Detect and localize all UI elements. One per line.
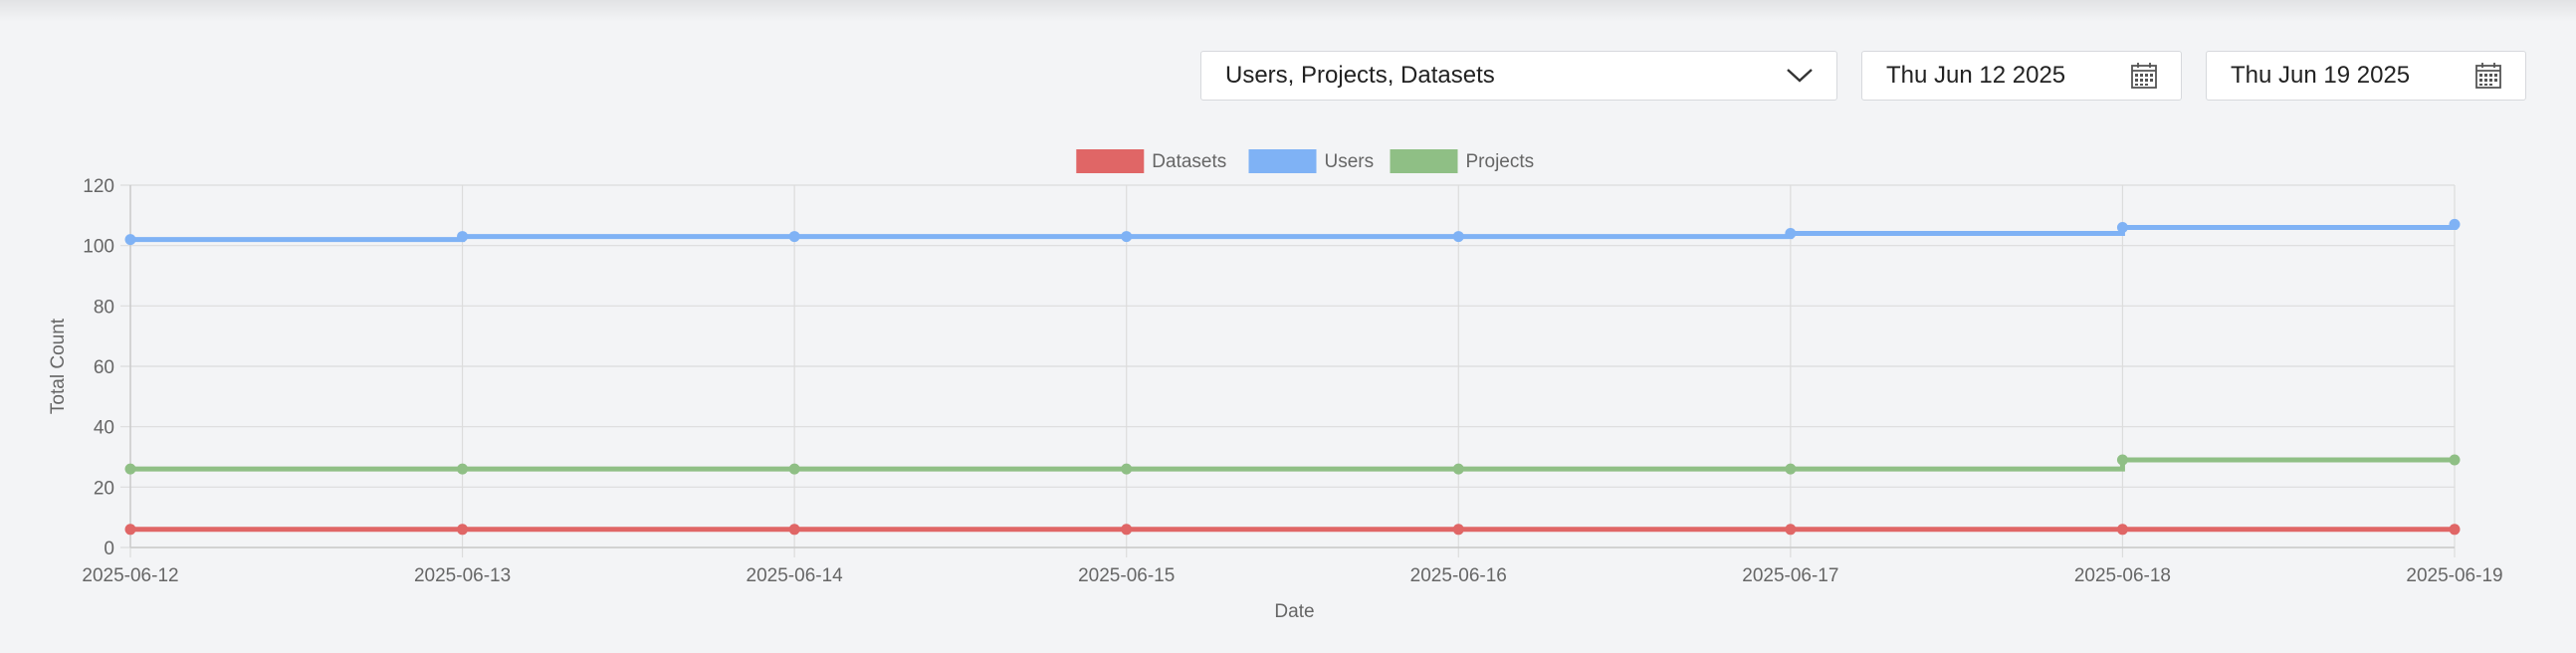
y-tick-label: 40 — [94, 418, 114, 439]
series-line — [130, 457, 2455, 472]
x-tick-label: 2025-06-15 — [1078, 565, 1175, 586]
x-tick-label: 2025-06-19 — [2406, 565, 2502, 586]
x-tick-label: 2025-06-14 — [747, 565, 844, 586]
y-tick-label: 80 — [94, 297, 114, 318]
line-chart: 0 20 40 60 80 100 120 2025-06-12 2025-06-13 2025-… — [48, 149, 2503, 622]
x-tick-label: 2025-06-12 — [82, 565, 178, 586]
data-point — [124, 234, 136, 246]
y-tick-label: 120 — [83, 176, 114, 197]
x-axis-title: Date — [1274, 601, 1314, 622]
legend-swatch — [1390, 149, 1458, 173]
legend-swatch — [1076, 149, 1145, 173]
data-point — [1121, 524, 1133, 536]
data-point — [2449, 218, 2461, 230]
series-users — [124, 218, 2461, 246]
data-point — [1785, 524, 1797, 536]
series-line — [130, 224, 2458, 243]
legend-label: Datasets — [1152, 151, 1226, 172]
data-point — [1785, 228, 1797, 240]
data-point — [2116, 524, 2128, 536]
x-tick-label: 2025-06-17 — [1742, 565, 1838, 586]
data-point — [2116, 221, 2128, 233]
legend-label: Projects — [1466, 151, 1535, 172]
data-point — [1452, 524, 1464, 536]
legend-label: Users — [1325, 151, 1375, 172]
data-point — [124, 524, 136, 536]
series-projects — [124, 454, 2461, 475]
data-point — [457, 463, 469, 475]
y-tick-label: 0 — [104, 539, 114, 559]
data-point — [457, 524, 469, 536]
data-point — [788, 524, 800, 536]
y-tick-label: 20 — [94, 478, 114, 499]
data-point — [124, 463, 136, 475]
data-point — [2449, 524, 2461, 536]
data-point — [2449, 454, 2461, 466]
x-tick-label: 2025-06-13 — [414, 565, 511, 586]
data-point — [788, 231, 800, 243]
data-point — [1785, 463, 1797, 475]
data-point — [1452, 463, 1464, 475]
series-datasets — [124, 524, 2461, 536]
y-tick-label: 100 — [83, 237, 114, 258]
x-tick-label: 2025-06-16 — [1410, 565, 1507, 586]
data-point — [1121, 231, 1133, 243]
data-point — [457, 231, 469, 243]
data-point — [2116, 454, 2128, 466]
y-axis-title: Total Count — [48, 318, 69, 414]
data-point — [1452, 231, 1464, 243]
y-tick-label: 60 — [94, 357, 114, 378]
data-point — [788, 463, 800, 475]
x-tick-label: 2025-06-18 — [2074, 565, 2171, 586]
data-point — [1121, 463, 1133, 475]
legend-swatch — [1248, 149, 1317, 173]
